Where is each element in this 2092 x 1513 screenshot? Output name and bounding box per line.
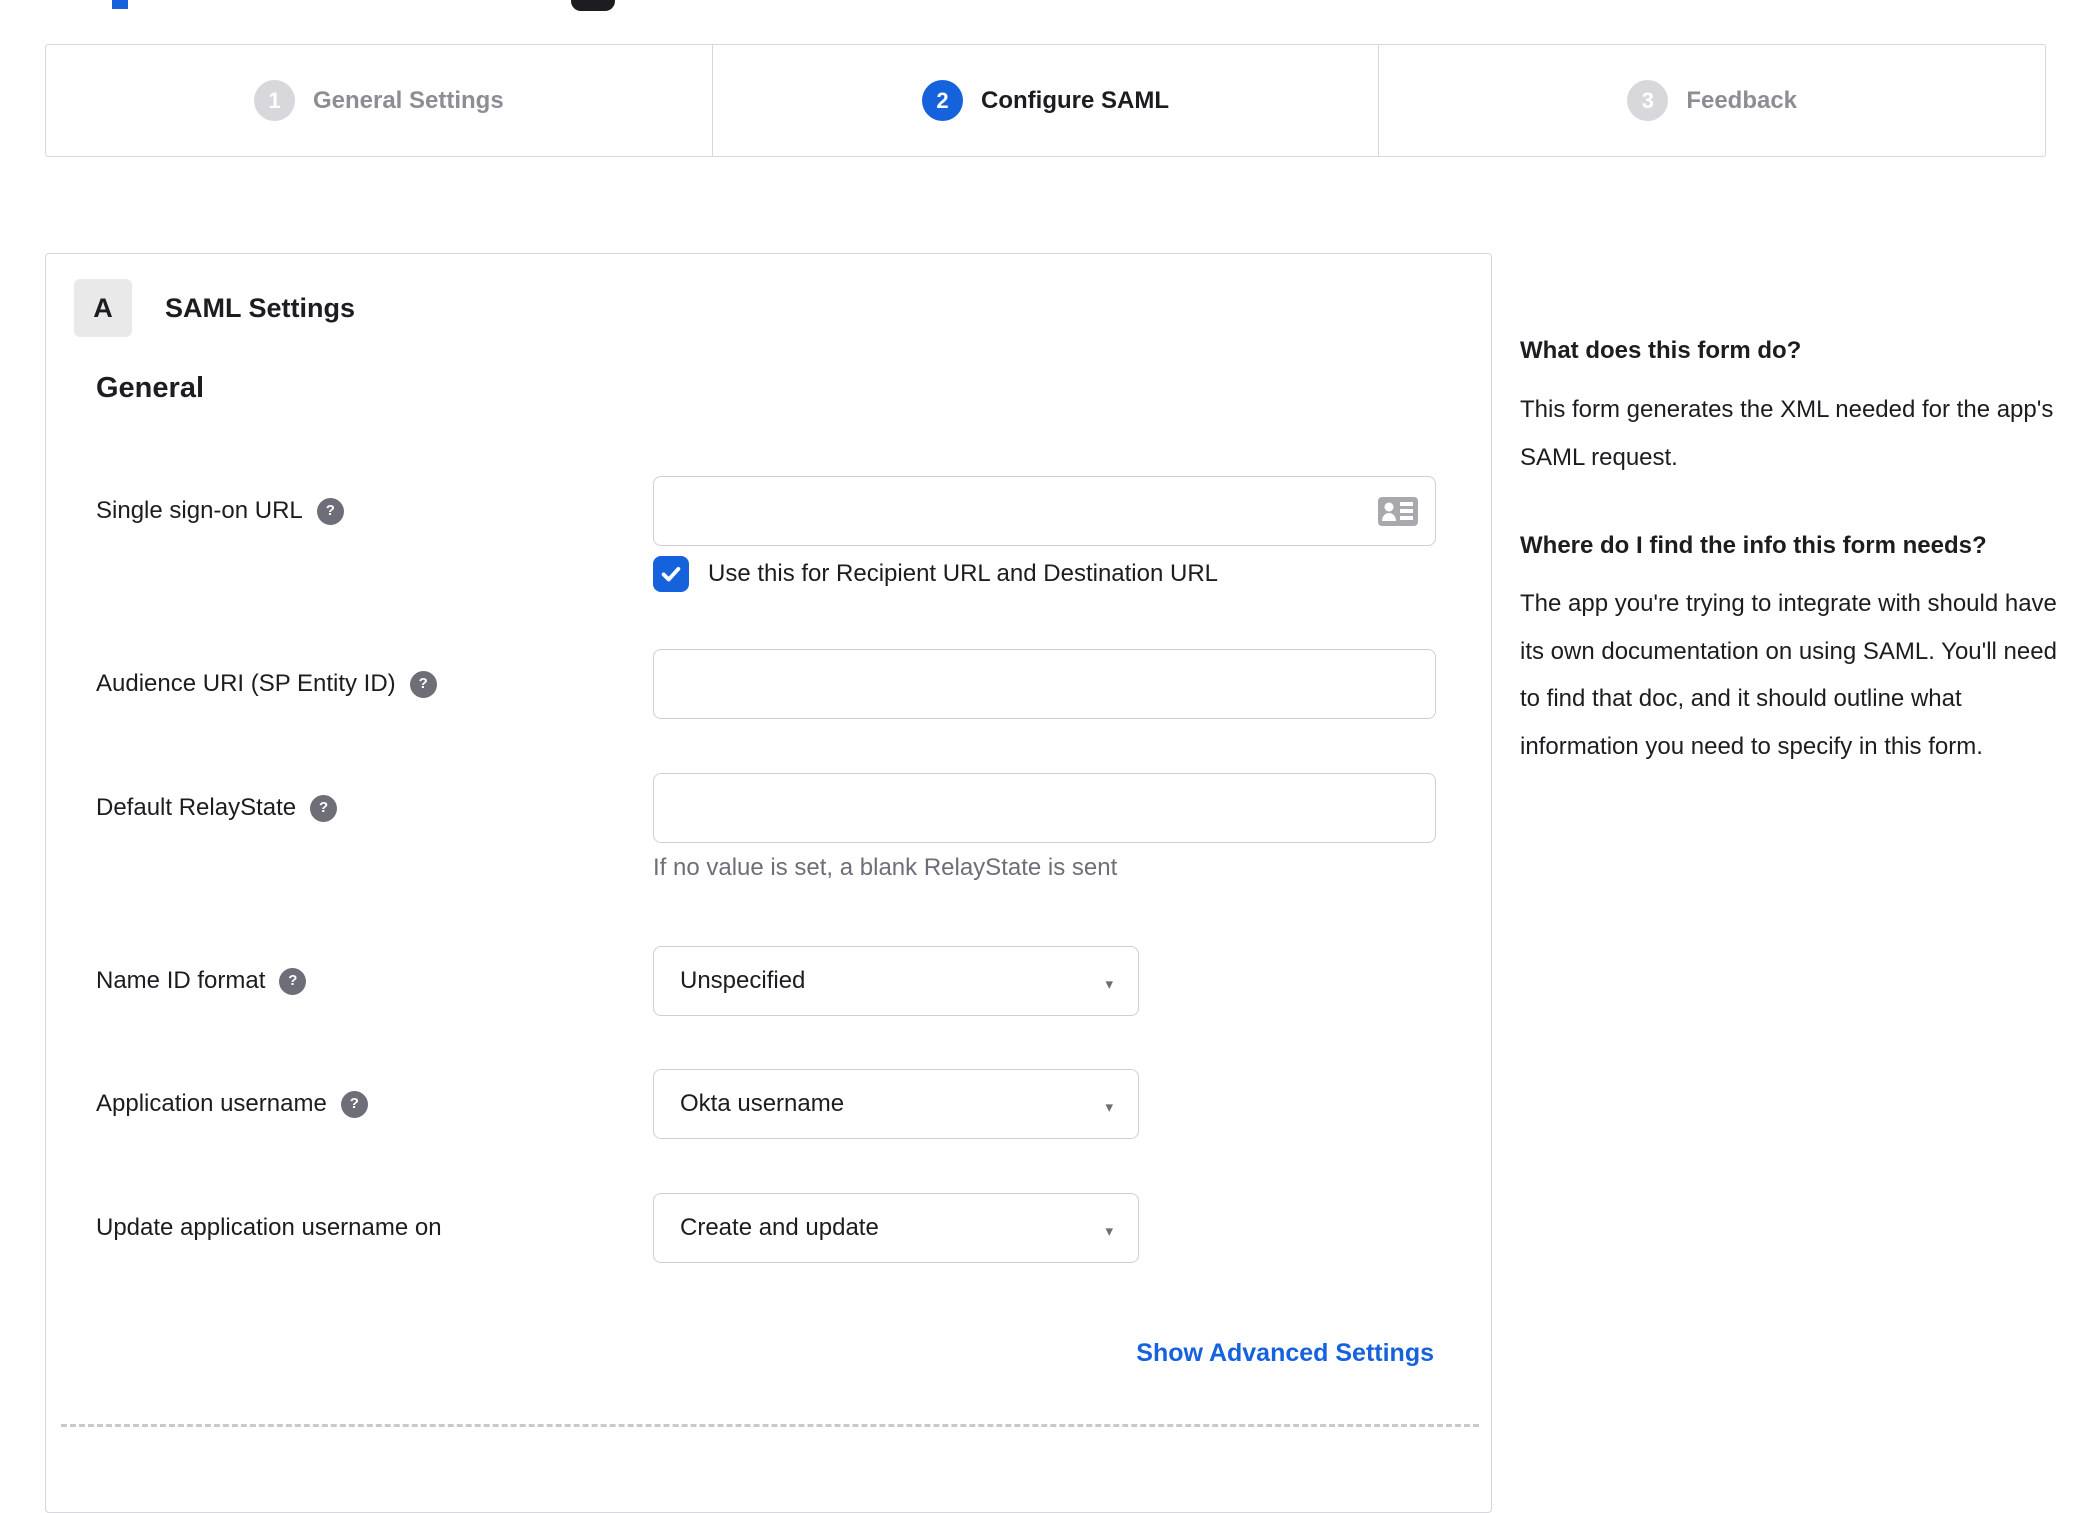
checkmark-icon [661, 567, 681, 582]
use-this-checkbox[interactable] [653, 556, 689, 592]
show-advanced-settings-link[interactable]: Show Advanced Settings [1136, 1339, 1434, 1368]
nameid-format-select[interactable]: Unspecified ▾ [653, 946, 1139, 1016]
sso-url-input[interactable] [653, 476, 1436, 546]
cropped-tab-artifact [112, 0, 128, 9]
relaystate-field-wrap [653, 773, 1436, 843]
update-username-label: Update application username on [96, 1214, 442, 1241]
chevron-down-icon: ▾ [1105, 976, 1113, 993]
step-label: Feedback [1686, 86, 1798, 114]
step-configure-saml[interactable]: 2 Configure SAML [711, 45, 1379, 156]
chevron-down-icon: ▾ [1105, 1099, 1113, 1116]
help-icon[interactable]: ? [310, 794, 338, 822]
step-feedback[interactable]: 3 Feedback [1378, 45, 2045, 156]
sidebar-para-where: The app you're trying to integrate with … [1520, 590, 2057, 760]
step-label: Configure SAML [981, 86, 1169, 114]
saml-settings-panel: A SAML Settings General Single sign-on U… [45, 253, 1492, 1513]
help-icon[interactable]: ? [279, 967, 307, 995]
general-section-title: General [96, 372, 204, 404]
audience-uri-input[interactable] [653, 649, 1436, 719]
chevron-down-icon: ▾ [1105, 1223, 1113, 1240]
step-number-badge: 1 [253, 80, 295, 121]
section-a-badge: A [74, 279, 132, 337]
selected-value: Okta username [680, 1090, 845, 1117]
relaystate-helper-text: If no value is set, a blank RelayState i… [653, 854, 1118, 881]
relaystate-input[interactable] [653, 773, 1436, 843]
update-username-select[interactable]: Create and update ▾ [653, 1193, 1139, 1263]
step-general-settings[interactable]: 1 General Settings [46, 45, 712, 156]
sidebar-heading-where: Where do I find the info this form needs… [1520, 532, 1987, 559]
use-this-checkbox-label[interactable]: Use this for Recipient URL and Destinati… [708, 556, 1218, 592]
application-username-select[interactable]: Okta username ▾ [653, 1069, 1139, 1139]
sso-url-field-wrap [653, 476, 1436, 546]
audience-uri-label: Audience URI (SP Entity ID) ? [96, 649, 437, 719]
application-username-label: Application username ? [96, 1069, 368, 1139]
selected-value: Unspecified [680, 967, 806, 994]
audience-uri-field-wrap [653, 649, 1436, 719]
sso-url-label: Single sign-on URL ? [96, 476, 344, 546]
sidebar-para-what: This form generates the XML needed for t… [1520, 396, 2054, 471]
help-icon[interactable]: ? [409, 670, 437, 698]
help-icon[interactable]: ? [316, 497, 344, 525]
step-number-badge: 2 [922, 80, 964, 121]
help-sidebar: What does this form do? This form genera… [1520, 328, 2068, 770]
selected-value: Create and update [680, 1214, 879, 1241]
cropped-header-artifact [571, 0, 615, 11]
step-number-badge: 3 [1627, 80, 1669, 121]
contact-card-icon[interactable] [1378, 497, 1418, 526]
help-icon[interactable]: ? [340, 1090, 368, 1118]
nameid-format-label: Name ID format ? [96, 946, 307, 1016]
wizard-stepper: 1 General Settings 2 Configure SAML 3 Fe… [45, 44, 2046, 157]
step-label: General Settings [312, 86, 504, 114]
relaystate-label: Default RelayState ? [96, 773, 338, 843]
panel-title: SAML Settings [165, 293, 356, 323]
sidebar-heading-what: What does this form do? [1520, 337, 1802, 364]
